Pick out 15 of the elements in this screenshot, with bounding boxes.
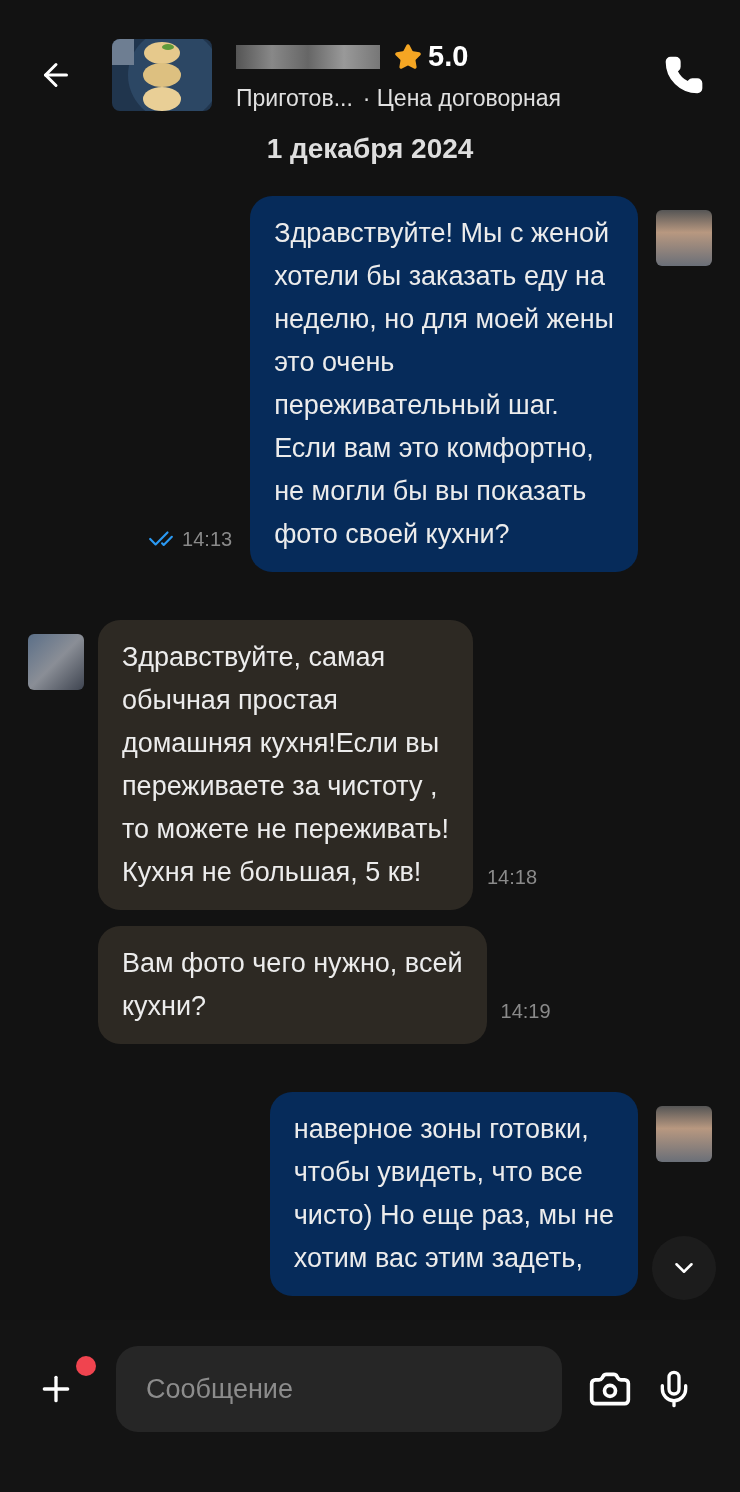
message-time: 14:18 — [486, 865, 537, 890]
message-bubble: наверное зоны готовки, чтобы увидеть, что все чисто) Но еще раз, мы не хотим вас этим задеть, — [269, 1092, 638, 1296]
price-label: · Цена договорная — [362, 83, 561, 113]
listing-title: Приготов... — [236, 83, 353, 113]
message-bubble: Здравствуйте! Мы с женой хотели бы заказать еду на неделю, но для моей жены это очень переживательный шаг. Если вам это комфортно, не могли бы вы показать фото своей кухни? — [250, 196, 638, 572]
phone-icon — [664, 55, 704, 95]
message-time: 14:19 — [500, 999, 551, 1024]
star-icon — [394, 42, 422, 71]
message-field[interactable]: Сообщение — [116, 1346, 562, 1432]
message-bubble: Здравствуйте, самая обычная простая домашняя кухня!Если вы переживаете за чистоту , то можете не переживать! Кухня не большая, 5 кв! — [98, 620, 473, 910]
call-button[interactable] — [664, 55, 704, 95]
date-separator: 1 декабря 2024 — [265, 132, 475, 166]
rating: 5.0 — [428, 39, 469, 74]
message-bubble: Вам фото чего нужно, всей кухни? — [98, 926, 487, 1044]
message-time: 14:13 — [182, 527, 233, 552]
